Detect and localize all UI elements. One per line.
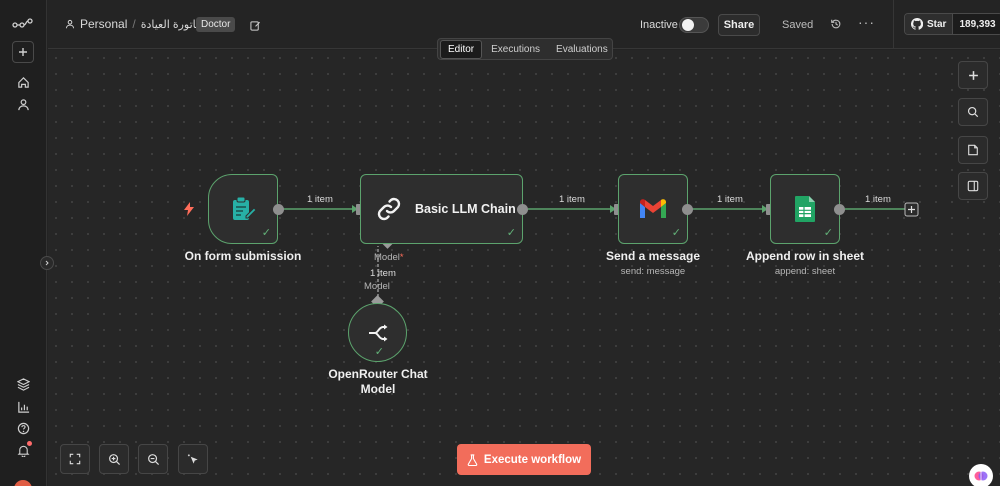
tab-evaluations[interactable]: Evaluations: [549, 41, 615, 58]
node-google-sheets[interactable]: ✓: [770, 174, 840, 244]
node-sub-sheets: append: sheet: [774, 266, 836, 277]
node-label-form: On form submission: [184, 249, 302, 263]
success-check-icon: ✓: [823, 227, 833, 239]
connection-label: 1 item: [307, 194, 333, 205]
success-check-icon: ✓: [374, 346, 384, 358]
llm-output-port[interactable]: [517, 204, 528, 215]
expand-sidebar-icon[interactable]: [40, 256, 54, 270]
node-label-sheets: Append row in sheet: [745, 249, 864, 263]
link-icon: [377, 197, 401, 221]
openrouter-port-label: Model: [364, 281, 390, 292]
assistant-brain-icon[interactable]: [969, 464, 993, 486]
trigger-bolt-icon: [184, 202, 194, 221]
connection-label: 1 item: [717, 194, 743, 205]
view-tabs: Editor Executions Evaluations: [437, 38, 613, 60]
tab-editor[interactable]: Editor: [440, 39, 483, 59]
success-check-icon: ✓: [261, 227, 271, 239]
gmail-output-port[interactable]: [682, 204, 693, 215]
execute-workflow-button[interactable]: Execute workflow: [457, 444, 591, 475]
node-openrouter-chat-model[interactable]: ✓: [348, 303, 407, 362]
node-label-gmail: Send a message: [605, 249, 701, 263]
connection-label: 1 item: [559, 194, 585, 205]
sheets-output-port[interactable]: [834, 204, 845, 215]
node-label-llm: Basic LLM Chain: [415, 202, 516, 216]
openrouter-icon: [368, 324, 387, 341]
form-output-port[interactable]: [273, 204, 284, 215]
success-check-icon: ✓: [671, 227, 681, 239]
form-icon: [233, 196, 257, 220]
flask-icon: [467, 453, 478, 466]
success-check-icon: ✓: [506, 227, 516, 239]
node-basic-llm-chain[interactable]: Basic LLM Chain ✓: [360, 174, 523, 244]
sheets-icon: [795, 196, 815, 222]
gmail-icon: [640, 199, 666, 218]
tab-executions[interactable]: Executions: [484, 41, 547, 58]
node-gmail-send[interactable]: ✓: [618, 174, 688, 244]
node-sub-gmail: send: message: [620, 266, 686, 277]
llm-model-port-label: Model*: [374, 252, 404, 263]
execute-label: Execute workflow: [483, 453, 582, 466]
connection-label: 1 item: [370, 268, 396, 279]
node-form-trigger[interactable]: ✓: [208, 174, 278, 244]
node-label-openrouter: OpenRouter Chat Model: [328, 367, 428, 396]
connection-label: 1 item: [865, 194, 891, 205]
